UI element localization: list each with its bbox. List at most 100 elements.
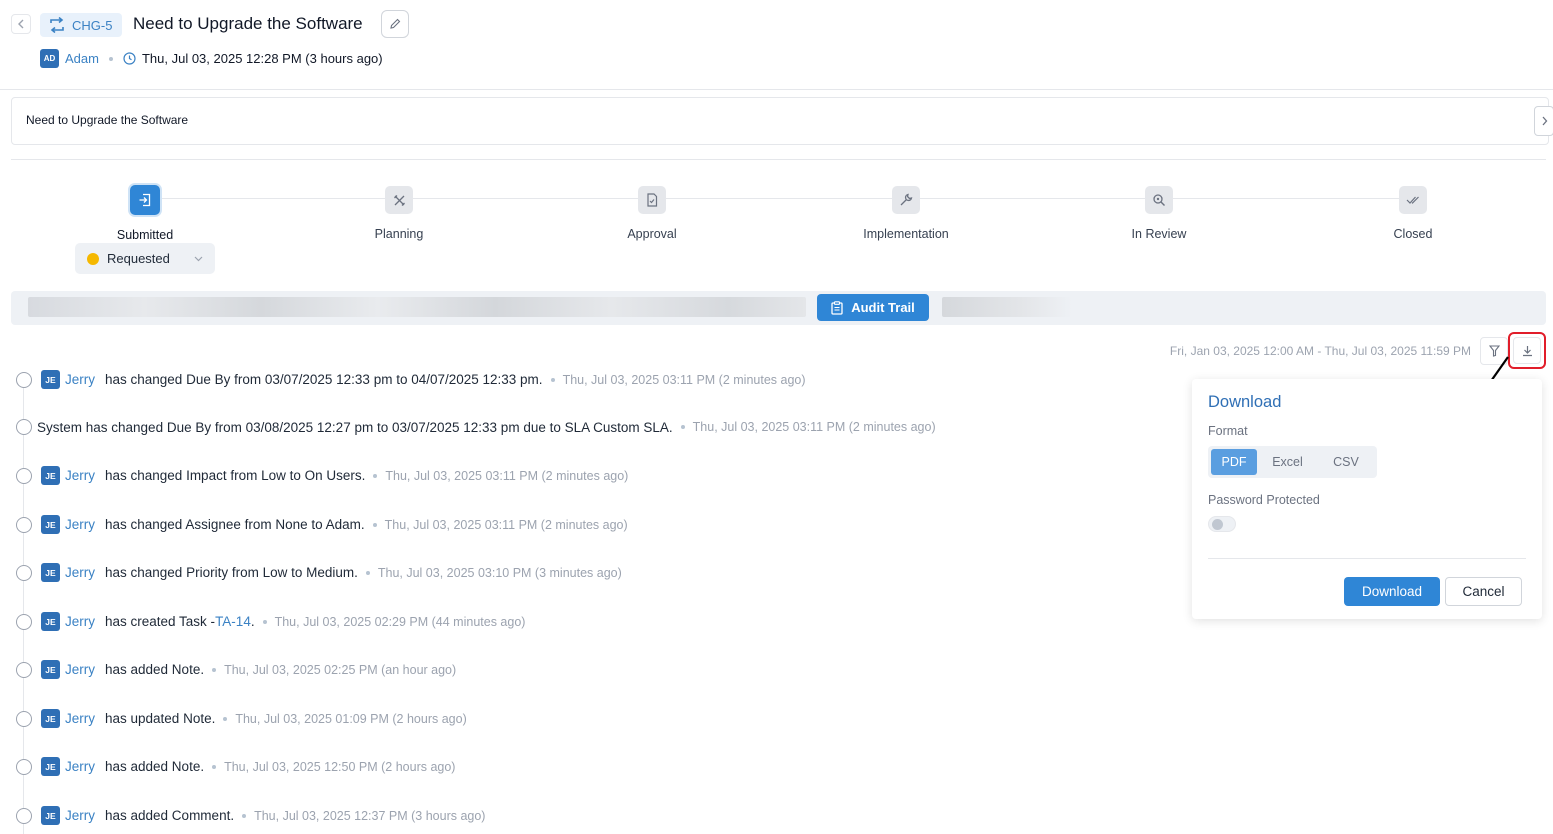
entry-time: Thu, Jul 03, 2025 03:11 PM (2 minutes ag… [385, 468, 629, 483]
entry-time: Thu, Jul 03, 2025 03:10 PM (3 minutes ag… [377, 565, 622, 580]
cancel-button[interactable]: Cancel [1445, 577, 1522, 606]
separator-dot [550, 377, 555, 382]
format-label: Format [1208, 424, 1248, 438]
confirm-download-button[interactable]: Download [1344, 577, 1440, 606]
user-link[interactable]: Jerry [65, 711, 95, 726]
timeline-node [16, 419, 32, 435]
side-panel-toggle[interactable] [1534, 106, 1553, 136]
separator-dot [373, 473, 378, 478]
entry-text: has updated Note. [105, 711, 216, 726]
separator-dot [372, 522, 377, 527]
separator-dot [680, 425, 685, 429]
separator-dot [365, 570, 370, 575]
step-implementation[interactable]: Implementation [836, 186, 976, 241]
back-button[interactable] [11, 14, 31, 34]
user-link[interactable]: Jerry [65, 614, 95, 629]
timeline-node [16, 710, 32, 727]
entry-text: has added Note. [105, 759, 205, 774]
entry-text: has changed Priority from Low to Medium. [105, 565, 358, 580]
status-dropdown[interactable]: Requested [75, 243, 215, 274]
blurred-tabs [28, 297, 806, 317]
user-link[interactable]: Jerry [65, 468, 95, 483]
user-link[interactable]: Jerry [65, 517, 95, 532]
toggle-knob [1212, 519, 1223, 530]
avatar: JE [41, 612, 60, 631]
entry-time: Thu, Jul 03, 2025 02:29 PM (44 minutes a… [274, 614, 526, 629]
download-button[interactable] [1513, 337, 1541, 364]
entry-text: System has changed Due By from 03/08/202… [37, 419, 673, 435]
format-option-excel[interactable]: Excel [1259, 449, 1316, 475]
entry-text: has changed Due By from 03/07/2025 12:33… [105, 372, 543, 387]
list-item: JE Jerry has changed Assignee from None … [16, 515, 628, 534]
entry-time: Thu, Jul 03, 2025 12:37 PM (3 hours ago) [254, 808, 486, 823]
list-item: JE Jerry has changed Due By from 03/07/2… [16, 370, 806, 389]
entry-text: has changed Assignee from None to Adam. [105, 517, 365, 532]
separator-dot [262, 619, 267, 624]
ticket-id: CHG-5 [72, 17, 113, 33]
timeline-node [16, 758, 32, 775]
separator-dot [212, 667, 217, 672]
separator-dot [242, 813, 247, 818]
edit-title-button[interactable] [381, 10, 409, 38]
entry-text: has added Note. [105, 662, 205, 677]
author-link[interactable]: Adam [65, 51, 99, 66]
user-link[interactable]: Jerry [65, 808, 95, 823]
list-item: JE Jerry has created Task - TA-14. Thu, … [16, 612, 525, 631]
status-value: Requested [107, 251, 170, 266]
entry-text-after: . [250, 614, 255, 629]
separator-dot [212, 764, 217, 769]
timeline-node [16, 661, 32, 678]
tab-audit-trail[interactable]: Audit Trail [817, 294, 929, 321]
step-label: Approval [627, 227, 677, 241]
wrench-icon [892, 186, 920, 214]
password-toggle[interactable] [1208, 516, 1236, 532]
chevron-left-icon [18, 19, 24, 29]
step-planning[interactable]: Planning [329, 186, 469, 241]
task-link[interactable]: TA-14 [215, 614, 251, 629]
timeline-node [16, 467, 32, 484]
blurred-tabs [942, 297, 1072, 317]
entry-time: Thu, Jul 03, 2025 12:50 PM (2 hours ago) [224, 759, 456, 774]
divider [0, 89, 1553, 90]
step-approval[interactable]: Approval [582, 186, 722, 241]
separator-dot [223, 716, 228, 721]
format-option-csv[interactable]: CSV [1318, 449, 1374, 475]
step-in-review[interactable]: In Review [1089, 186, 1229, 241]
page-title: Need to Upgrade the Software [133, 14, 363, 33]
ticket-meta: AD Adam Thu, Jul 03, 2025 12:28 PM (3 ho… [40, 49, 383, 68]
format-option-pdf[interactable]: PDF [1211, 449, 1257, 475]
step-closed[interactable]: Closed [1343, 186, 1483, 241]
submit-icon [130, 185, 160, 215]
avatar: JE [41, 757, 60, 776]
list-item: JE Jerry has added Comment. Thu, Jul 03,… [16, 806, 485, 825]
timeline-node [16, 564, 32, 581]
entry-time: Thu, Jul 03, 2025 02:25 PM (an hour ago) [224, 662, 457, 677]
avatar: JE [41, 466, 60, 485]
avatar: JE [41, 709, 60, 728]
list-item: System has changed Due By from 03/08/202… [16, 419, 936, 435]
entry-time: Thu, Jul 03, 2025 03:11 PM (2 minutes ag… [692, 420, 936, 434]
avatar: JE [41, 370, 60, 389]
step-label: Implementation [863, 227, 949, 241]
timeline-node [16, 807, 32, 824]
timeline-node [16, 516, 32, 533]
tab-label: Audit Trail [851, 300, 915, 315]
user-link[interactable]: Jerry [65, 372, 95, 387]
clipboard-icon [831, 300, 843, 315]
user-link[interactable]: Jerry [65, 565, 95, 580]
ticket-id-chip: CHG-5 [40, 13, 123, 37]
entry-text: has added Comment. [105, 808, 235, 823]
download-icon [1522, 345, 1532, 356]
tab-bar: Audit Trail [11, 291, 1546, 325]
document-check-icon [638, 186, 666, 214]
avatar: JE [41, 515, 60, 534]
tools-icon [385, 186, 413, 214]
step-submitted[interactable]: Submitted [75, 185, 215, 242]
user-link[interactable]: Jerry [65, 662, 95, 677]
user-link[interactable]: Jerry [65, 759, 95, 774]
description-box: Need to Upgrade the Software [11, 97, 1549, 145]
clock-icon [123, 52, 136, 65]
download-highlight [1508, 332, 1546, 369]
timeline-node [16, 613, 32, 630]
description-text: Need to Upgrade the Software [26, 113, 189, 127]
